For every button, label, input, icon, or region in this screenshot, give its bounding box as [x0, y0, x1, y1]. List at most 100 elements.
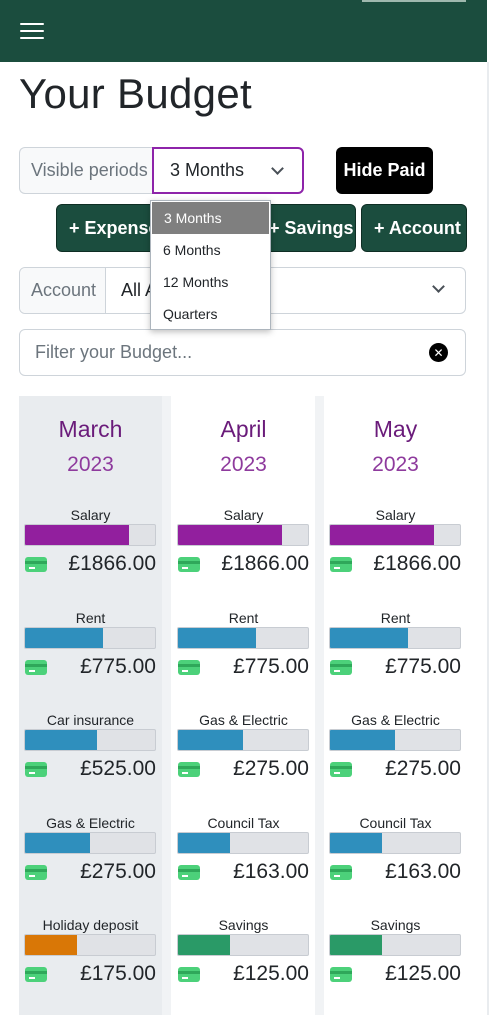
budget-item-name: Rent: [75, 609, 106, 626]
clear-filter-icon[interactable]: ✕: [429, 343, 448, 362]
budget-item[interactable]: Salary £1866.00: [19, 507, 162, 597]
budget-item[interactable]: Gas & Electric £275.00: [324, 712, 467, 802]
progress-bar: [24, 524, 156, 546]
hide-paid-button[interactable]: Hide Paid: [336, 147, 433, 194]
budget-item-amount: £775.00: [80, 654, 156, 678]
progress-bar-fill: [178, 935, 230, 955]
budget-item-name: Salary: [70, 507, 111, 523]
month-name: May: [373, 416, 418, 442]
month-year: 2023: [67, 453, 114, 476]
progress-bar-fill: [330, 730, 395, 750]
month-column: April 2023 Salary £1866.00 Rent £775.00 Gas …: [172, 396, 315, 1015]
hamburger-menu-icon[interactable]: [20, 23, 44, 41]
chevron-down-icon: [432, 280, 445, 293]
budget-item-amount: £163.00: [233, 859, 309, 883]
progress-bar-fill: [178, 525, 282, 545]
budget-item[interactable]: Salary £1866.00: [324, 507, 467, 597]
budget-item[interactable]: Rent £775.00: [19, 610, 162, 700]
budget-item[interactable]: Rent £775.00: [172, 610, 315, 700]
credit-card-icon[interactable]: [25, 557, 47, 572]
budget-item-name: Salary: [223, 507, 264, 523]
progress-bar-fill: [178, 730, 243, 750]
budget-item-amount: £775.00: [233, 654, 309, 678]
dropdown-option[interactable]: Quarters: [151, 298, 270, 330]
budget-item[interactable]: Salary £1866.00: [172, 507, 315, 597]
chevron-down-icon: [271, 162, 284, 175]
budget-item-amount: £275.00: [233, 757, 309, 780]
progress-bar: [329, 729, 461, 751]
budget-filter: ✕: [19, 329, 466, 376]
budget-item-name: Gas & Electric: [199, 712, 288, 728]
budget-item-name: Car insurance: [46, 712, 135, 728]
month-column: March 2023 Salary £1866.00 Rent £775.00 Car …: [19, 396, 162, 1015]
credit-card-icon[interactable]: [178, 659, 200, 675]
credit-card-icon[interactable]: [25, 762, 47, 777]
credit-card-icon[interactable]: [178, 864, 200, 880]
budget-item[interactable]: Council Tax £163.00: [172, 815, 315, 905]
credit-card-icon[interactable]: [25, 659, 47, 675]
budget-item[interactable]: Savings £125.00: [172, 917, 315, 1007]
budget-item-amount: £1866.00: [221, 552, 309, 575]
budget-item-name: Salary: [375, 507, 416, 523]
budget-item-amount: £175.00: [80, 962, 156, 985]
credit-card-icon[interactable]: [330, 557, 352, 572]
month-name: April: [220, 416, 267, 442]
month-year: 2023: [372, 453, 419, 476]
progress-bar: [177, 729, 309, 751]
budget-item-amount: £525.00: [80, 757, 156, 780]
add-account-button[interactable]: + Account: [361, 204, 467, 252]
credit-card-icon[interactable]: [330, 967, 352, 982]
column-gap: [162, 396, 171, 1015]
budget-item-name: Rent: [380, 609, 411, 626]
credit-card-icon[interactable]: [178, 967, 200, 982]
progress-bar-fill: [25, 832, 90, 853]
dropdown-option[interactable]: 3 Months: [152, 202, 269, 234]
progress-bar: [177, 626, 309, 649]
budget-item[interactable]: Rent £775.00: [324, 610, 467, 700]
budget-item-amount: £1866.00: [68, 552, 156, 575]
budget-item-amount: £775.00: [385, 654, 461, 678]
budget-item-name: Holiday deposit: [42, 917, 139, 933]
progress-bar-fill: [330, 935, 382, 955]
dropdown-option[interactable]: 6 Months: [151, 234, 270, 266]
progress-bar-fill: [330, 525, 434, 545]
credit-card-icon[interactable]: [178, 762, 200, 777]
budget-item-name: Council Tax: [359, 814, 432, 831]
credit-card-icon[interactable]: [330, 762, 352, 777]
credit-card-icon[interactable]: [25, 967, 47, 982]
progress-bar-fill: [25, 627, 103, 648]
budget-item[interactable]: Holiday deposit £175.00: [19, 917, 162, 1007]
progress-bar-fill: [178, 627, 256, 648]
budget-item-name: Council Tax: [207, 814, 280, 831]
visible-periods-group: Visible periods 3 Months: [19, 147, 304, 194]
dropdown-option[interactable]: 12 Months: [151, 266, 270, 298]
month-year: 2023: [220, 453, 267, 476]
progress-bar: [24, 934, 156, 956]
progress-bar-fill: [25, 730, 97, 750]
filter-input[interactable]: [20, 330, 400, 375]
periods-dropdown-menu: 3 Months 6 Months 12 Months Quarters: [150, 200, 271, 330]
progress-bar-fill: [330, 627, 408, 648]
budget-item-amount: £125.00: [233, 962, 309, 985]
progress-bar: [24, 626, 156, 649]
credit-card-icon[interactable]: [330, 864, 352, 880]
budget-item[interactable]: Gas & Electric £275.00: [172, 712, 315, 802]
budget-item-name: Savings: [218, 917, 269, 933]
credit-card-icon[interactable]: [330, 659, 352, 675]
budget-item[interactable]: Gas & Electric £275.00: [19, 815, 162, 905]
progress-bar: [329, 626, 461, 649]
page-title: Your Budget: [19, 70, 252, 117]
budget-item-amount: £163.00: [385, 859, 461, 883]
budget-item[interactable]: Savings £125.00: [324, 917, 467, 1007]
progress-bar: [329, 831, 461, 854]
visible-periods-label: Visible periods: [19, 147, 152, 194]
credit-card-icon[interactable]: [25, 864, 47, 880]
budget-item-name: Savings: [370, 917, 421, 933]
progress-bar: [329, 524, 461, 546]
budget-item[interactable]: Car insurance £525.00: [19, 712, 162, 802]
budget-item-name: Gas & Electric: [351, 712, 440, 728]
budget-item[interactable]: Council Tax £163.00: [324, 815, 467, 905]
visible-periods-select[interactable]: 3 Months: [152, 147, 304, 194]
credit-card-icon[interactable]: [178, 557, 200, 572]
visible-periods-value: 3 Months: [170, 160, 245, 180]
